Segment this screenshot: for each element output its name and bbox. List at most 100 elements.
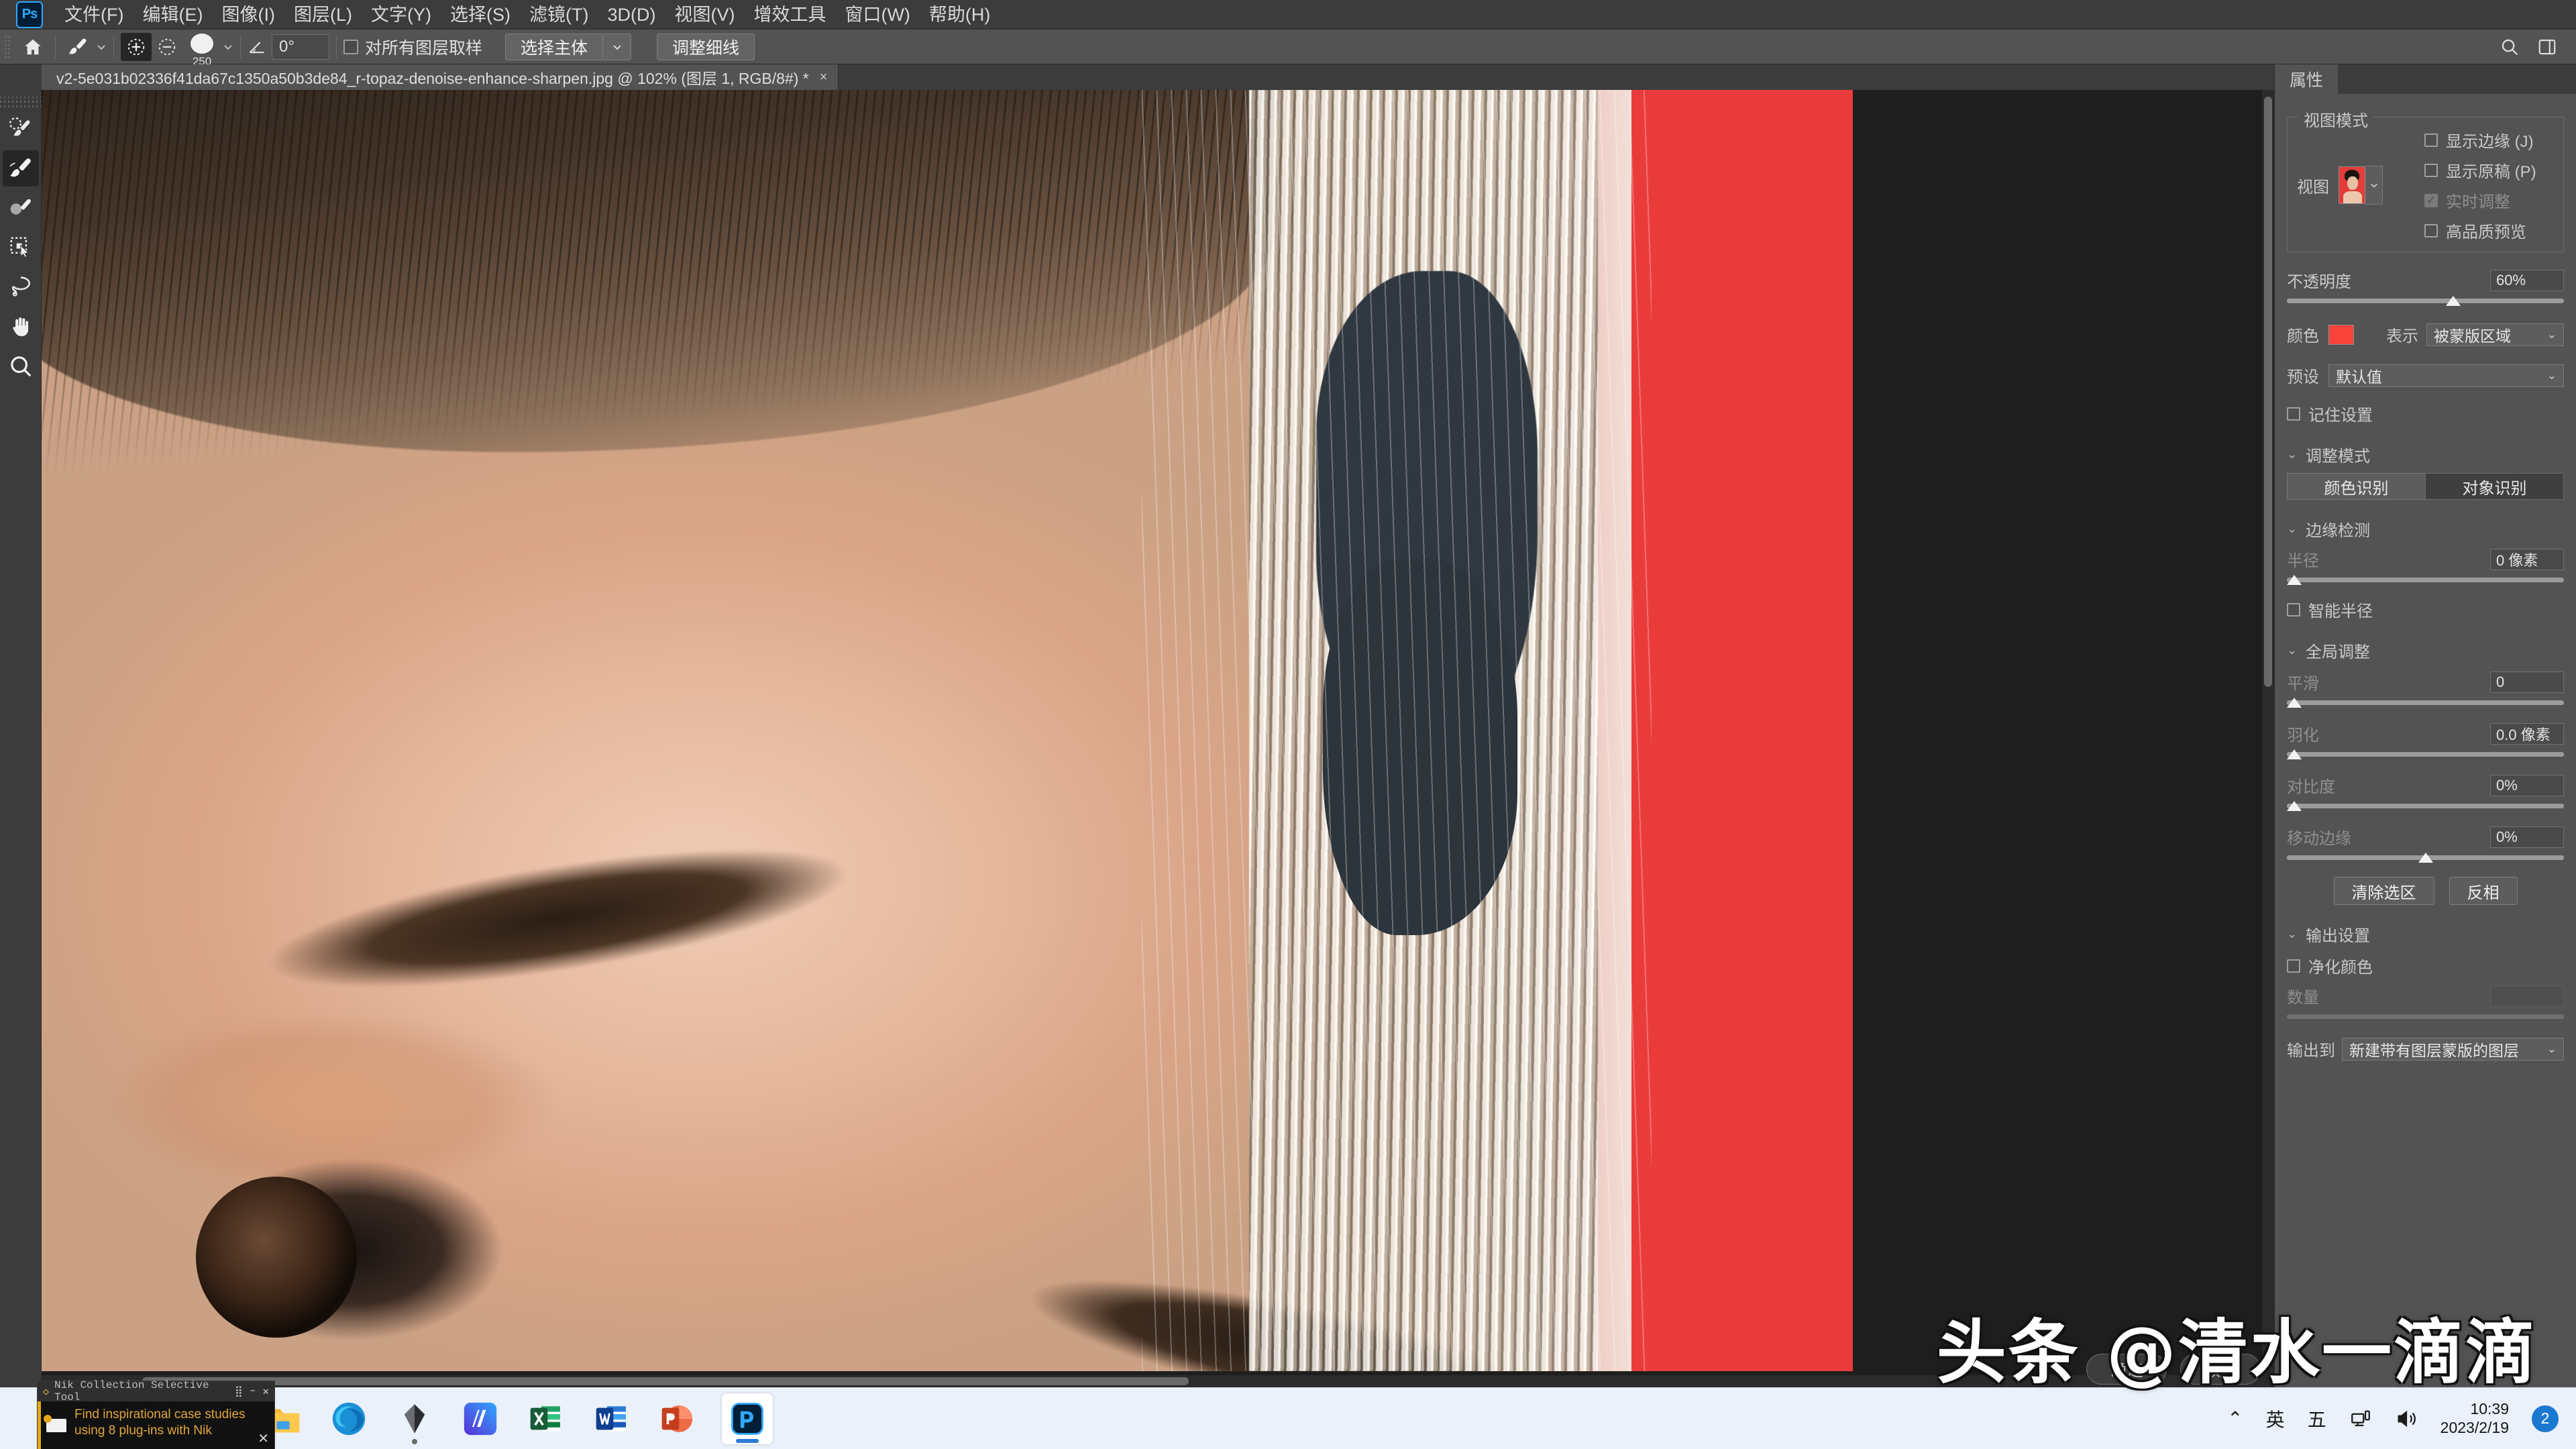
nik-promo-banner[interactable]: Find inspirational case studies using 8 … <box>38 1401 274 1449</box>
view-dropdown-icon[interactable] <box>2365 166 2383 205</box>
angle-input[interactable]: 0° <box>272 34 329 60</box>
word-icon[interactable] <box>590 1397 633 1440</box>
opacity-input[interactable]: 60% <box>2490 269 2564 291</box>
hand-tool[interactable] <box>3 309 39 345</box>
chevron-down-icon[interactable]: ⌄ <box>2287 447 2306 462</box>
nik-panel-titlebar[interactable]: ◇ Nik Collection Selective Tool ⣿ – ✕ <box>38 1379 274 1403</box>
add-to-selection-icon[interactable] <box>121 32 152 61</box>
remember-settings-row[interactable]: 记住设置 <box>2287 402 2564 425</box>
tools-panel-grip[interactable] <box>0 97 41 107</box>
view-thumbnail[interactable] <box>2339 166 2365 204</box>
menu-select[interactable]: 选择(S) <box>441 0 520 30</box>
object-aware-button[interactable]: 对象识别 <box>2425 473 2564 500</box>
document-canvas[interactable] <box>42 90 1853 1371</box>
nik-menu-icon[interactable]: ⣿ <box>235 1385 243 1398</box>
nik-minimize-icon[interactable]: – <box>250 1385 256 1398</box>
select-subject-button[interactable]: 选择主体 <box>505 33 604 60</box>
high-quality-preview-row[interactable]: 高品质预览 <box>2424 219 2554 242</box>
smooth-slider[interactable] <box>2287 698 2564 710</box>
color-aware-button[interactable]: 颜色识别 <box>2287 473 2425 500</box>
global-adjust-header[interactable]: ⌄ 全局调整 <box>2287 639 2564 662</box>
menu-layer[interactable]: 图层(L) <box>284 0 362 30</box>
subtract-from-selection-icon[interactable] <box>152 33 182 61</box>
show-edge-row[interactable]: 显示边缘 (J) <box>2424 128 2554 152</box>
indicates-select[interactable]: 被蒙版区域 ⌄ <box>2426 323 2564 346</box>
search-icon[interactable] <box>2500 37 2520 57</box>
show-original-checkbox[interactable] <box>2424 163 2438 177</box>
clock[interactable]: 10:39 2023/2/19 <box>2440 1400 2509 1437</box>
smooth-input[interactable]: 0 <box>2490 671 2564 693</box>
brush-tool[interactable] <box>3 190 39 226</box>
refine-edge-brush-icon[interactable] <box>62 33 93 61</box>
menu-plugins[interactable]: 增效工具 <box>744 0 835 30</box>
nik-close-icon[interactable]: ✕ <box>262 1385 269 1398</box>
lasso-tool[interactable] <box>3 269 39 305</box>
menu-file[interactable]: 文件(F) <box>55 0 133 30</box>
home-icon[interactable] <box>17 33 48 61</box>
invert-button[interactable]: 反相 <box>2449 877 2518 905</box>
powerpoint-icon[interactable] <box>656 1397 699 1440</box>
chevron-down-icon[interactable]: ⌄ <box>2287 927 2306 941</box>
preset-select[interactable]: 默认值 ⌄ <box>2328 364 2564 387</box>
adjust-mode-header[interactable]: ⌄ 调整模式 <box>2287 443 2564 466</box>
show-edge-checkbox[interactable] <box>2424 133 2438 147</box>
zoom-tool[interactable] <box>3 348 39 384</box>
contrast-slider[interactable] <box>2287 801 2564 813</box>
excel-icon[interactable] <box>525 1397 568 1440</box>
menu-filter[interactable]: 滤镜(T) <box>520 0 598 30</box>
feather-slider[interactable] <box>2287 749 2564 761</box>
options-bar-grip[interactable] <box>4 34 11 59</box>
network-icon[interactable] <box>2349 1407 2372 1430</box>
radius-input[interactable]: 0 像素 <box>2490 548 2564 570</box>
menu-image[interactable]: 图像(I) <box>212 0 284 30</box>
refine-edge-brush-tool[interactable] <box>2 150 39 186</box>
output-settings-header[interactable]: ⌄ 输出设置 <box>2287 922 2564 946</box>
adobe-creative-cloud-icon[interactable] <box>459 1397 502 1440</box>
contrast-input[interactable]: 0% <box>2490 774 2564 796</box>
ime-mode-indicator[interactable]: 五 <box>2308 1405 2326 1432</box>
chevron-down-icon[interactable] <box>96 42 107 52</box>
chevron-down-icon[interactable] <box>223 42 233 52</box>
sample-all-layers-checkbox[interactable] <box>343 39 358 54</box>
feather-input[interactable]: 0.0 像素 <box>2490 722 2564 745</box>
document-tab[interactable]: v2-5e031b02336f41da67c1350a50b3de84_r-to… <box>42 64 839 90</box>
shift-edge-input[interactable]: 0% <box>2490 826 2564 848</box>
nik-collection-panel[interactable]: ◇ Nik Collection Selective Tool ⣿ – ✕ Fi… <box>37 1379 275 1449</box>
smart-radius-row[interactable]: 智能半径 <box>2287 598 2564 621</box>
notification-badge[interactable]: 2 <box>2532 1405 2559 1432</box>
select-subject-dropdown-icon[interactable] <box>603 33 632 60</box>
opacity-slider[interactable] <box>2287 296 2564 308</box>
menu-help[interactable]: 帮助(H) <box>920 0 1000 30</box>
canvas-area[interactable] <box>42 90 2274 1387</box>
chevron-down-icon[interactable]: ⌄ <box>2287 643 2306 657</box>
smart-radius-checkbox[interactable] <box>2287 602 2300 616</box>
menu-view[interactable]: 视图(V) <box>665 0 744 30</box>
sample-all-layers-row[interactable]: 对所有图层取样 <box>343 35 482 59</box>
tray-chevron-icon[interactable]: ⌃ <box>2227 1407 2243 1430</box>
menu-3d[interactable]: 3D(D) <box>598 0 665 30</box>
output-to-select[interactable]: 新建带有图层蒙版的图层 ⌄ <box>2342 1037 2564 1061</box>
menu-window[interactable]: 窗口(W) <box>835 0 919 30</box>
nik-promo-dismiss-icon[interactable]: ✕ <box>258 1430 269 1447</box>
brush-size-picker[interactable]: 250 <box>182 33 221 68</box>
decontaminate-row[interactable]: 净化颜色 <box>2287 954 2564 977</box>
ime-language-indicator[interactable]: 英 <box>2266 1405 2285 1432</box>
edge-detection-header[interactable]: ⌄ 边缘检测 <box>2287 517 2564 541</box>
close-icon[interactable]: × <box>820 70 828 85</box>
topaz-icon[interactable] <box>393 1397 436 1444</box>
object-selection-tool[interactable] <box>3 229 39 266</box>
workspace-icon[interactable] <box>2537 37 2557 57</box>
decontaminate-colors-checkbox[interactable] <box>2287 959 2300 973</box>
canvas-vertical-scrollbar[interactable] <box>2262 90 2274 1375</box>
refine-hair-button[interactable]: 调整细线 <box>657 33 755 60</box>
menu-type[interactable]: 文字(Y) <box>362 0 441 30</box>
radius-slider[interactable] <box>2287 575 2564 587</box>
menu-edit[interactable]: 编辑(E) <box>133 0 212 30</box>
mask-color-swatch[interactable] <box>2328 324 2354 345</box>
view-picker[interactable]: 视图 <box>2297 166 2424 205</box>
clear-selection-button[interactable]: 清除选区 <box>2333 877 2434 905</box>
show-original-row[interactable]: 显示原稿 (P) <box>2424 158 2554 182</box>
tab-properties[interactable]: 属性 <box>2275 64 2339 94</box>
quick-selection-tool[interactable] <box>3 111 39 147</box>
microsoft-edge-icon[interactable] <box>327 1397 370 1440</box>
